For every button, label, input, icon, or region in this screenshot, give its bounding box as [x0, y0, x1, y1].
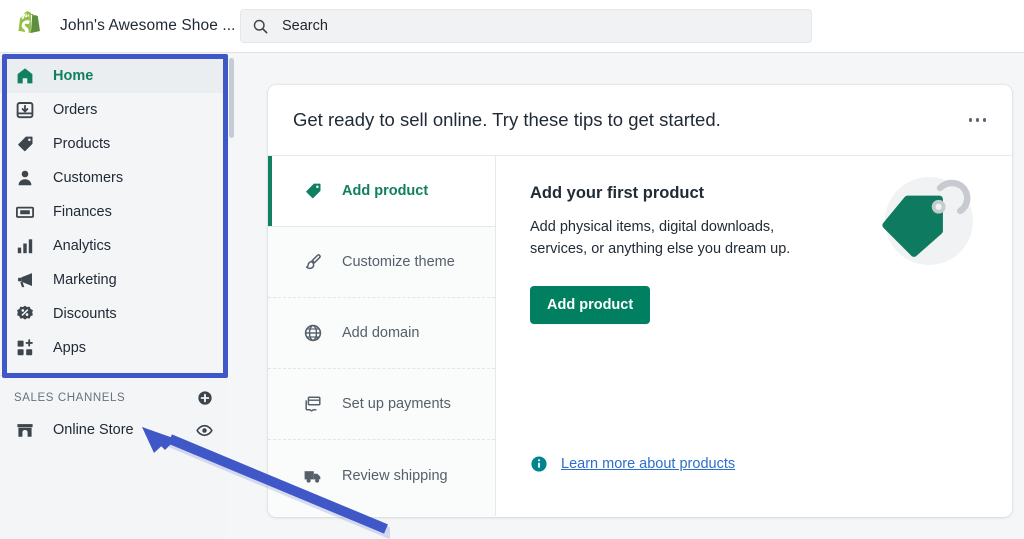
card-title: Get ready to sell online. Try these tips…	[293, 109, 721, 130]
sidebar-item-label: Analytics	[53, 238, 112, 254]
sidebar-item-label: Online Store	[53, 422, 134, 438]
info-circle-icon	[530, 455, 548, 473]
sidebar-item-orders[interactable]: Orders	[0, 93, 229, 127]
task-label: Review shipping	[342, 467, 448, 484]
paintbrush-icon	[302, 251, 324, 273]
sidebar: Home Orders Products Customers Finances …	[0, 53, 230, 539]
search-icon	[253, 19, 268, 33]
sidebar-item-discounts[interactable]: Discounts	[0, 297, 229, 331]
task-list: Add product Customize theme Add domain S…	[268, 156, 496, 516]
top-bar: John's Awesome Shoe ... Search	[0, 0, 1024, 53]
main-navigation: Home Orders Products Customers Finances …	[0, 53, 229, 365]
task-label: Set up payments	[342, 396, 451, 412]
megaphone-icon	[14, 269, 36, 291]
sidebar-item-label: Home	[53, 68, 94, 84]
search-area: Search	[240, 9, 1024, 43]
sidebar-item-online-store[interactable]: Online Store	[0, 414, 229, 446]
sidebar-item-label: Customers	[53, 170, 124, 186]
product-tag-icon	[302, 180, 324, 202]
learn-more-link[interactable]: Learn more about products	[561, 456, 735, 472]
sidebar-item-customers[interactable]: Customers	[0, 161, 229, 195]
sidebar-item-home[interactable]: Home	[0, 59, 229, 93]
sidebar-item-label: Orders	[53, 102, 98, 118]
search-placeholder-text: Search	[282, 18, 328, 34]
card-body: Add product Customize theme Add domain S…	[268, 156, 1012, 516]
home-icon	[14, 65, 36, 87]
add-product-button[interactable]: Add product	[530, 286, 651, 324]
product-tag-icon	[14, 133, 36, 155]
task-label: Customize theme	[342, 254, 455, 270]
learn-more-row: Learn more about products	[530, 455, 735, 473]
task-item-customize-theme[interactable]: Customize theme	[268, 227, 495, 298]
sidebar-item-marketing[interactable]: Marketing	[0, 263, 229, 297]
detail-body-text: Add physical items, digital downloads, s…	[530, 219, 791, 257]
product-tag-illustration	[882, 177, 973, 265]
onboarding-card: Get ready to sell online. Try these tips…	[268, 85, 1012, 517]
task-label: Add domain	[342, 325, 420, 341]
store-brand[interactable]: John's Awesome Shoe ...	[0, 0, 240, 53]
sidebar-item-finances[interactable]: Finances	[0, 195, 229, 229]
sales-channels-title: SALES CHANNELS	[14, 392, 126, 404]
truck-icon	[302, 465, 324, 487]
sidebar-item-label: Products	[53, 136, 111, 152]
sales-channels-header: SALES CHANNELS	[0, 376, 229, 414]
main-content: Get ready to sell online. Try these tips…	[240, 53, 1024, 539]
cash-icon	[14, 201, 36, 223]
ellipsis-icon[interactable]	[967, 112, 989, 128]
orders-inbox-icon	[14, 99, 36, 121]
task-item-add-domain[interactable]: Add domain	[268, 298, 495, 369]
task-label: Add product	[342, 183, 429, 199]
payment-card-icon	[302, 393, 324, 415]
eye-icon[interactable]	[196, 422, 213, 439]
card-header: Get ready to sell online. Try these tips…	[268, 85, 1012, 156]
globe-icon	[302, 322, 324, 344]
shopify-admin-window: John's Awesome Shoe ... Search Home Orde…	[0, 0, 1024, 539]
sidebar-item-products[interactable]: Products	[0, 127, 229, 161]
sidebar-item-label: Marketing	[53, 272, 117, 288]
task-detail-panel: Add your first product Add physical item…	[496, 156, 1012, 516]
task-item-add-product[interactable]: Add product	[268, 156, 495, 227]
sidebar-item-label: Apps	[53, 340, 87, 356]
discount-badge-icon	[14, 303, 36, 325]
shopify-bag-icon	[18, 11, 40, 36]
store-name: John's Awesome Shoe ...	[60, 17, 236, 34]
task-item-review-shipping[interactable]: Review shipping	[268, 440, 495, 511]
sidebar-item-apps[interactable]: Apps	[0, 331, 229, 365]
apps-grid-plus-icon	[14, 337, 36, 359]
circle-plus-icon[interactable]	[197, 390, 213, 406]
storefront-icon	[14, 419, 36, 441]
sidebar-item-label: Discounts	[53, 306, 117, 322]
sidebar-item-analytics[interactable]: Analytics	[0, 229, 229, 263]
person-icon	[14, 167, 36, 189]
search-input[interactable]: Search	[240, 9, 812, 43]
bar-chart-icon	[14, 235, 36, 257]
task-item-set-up-payments[interactable]: Set up payments	[268, 369, 495, 440]
sidebar-item-label: Finances	[53, 204, 112, 220]
sidebar-scrollbar-thumb[interactable]	[229, 58, 234, 138]
